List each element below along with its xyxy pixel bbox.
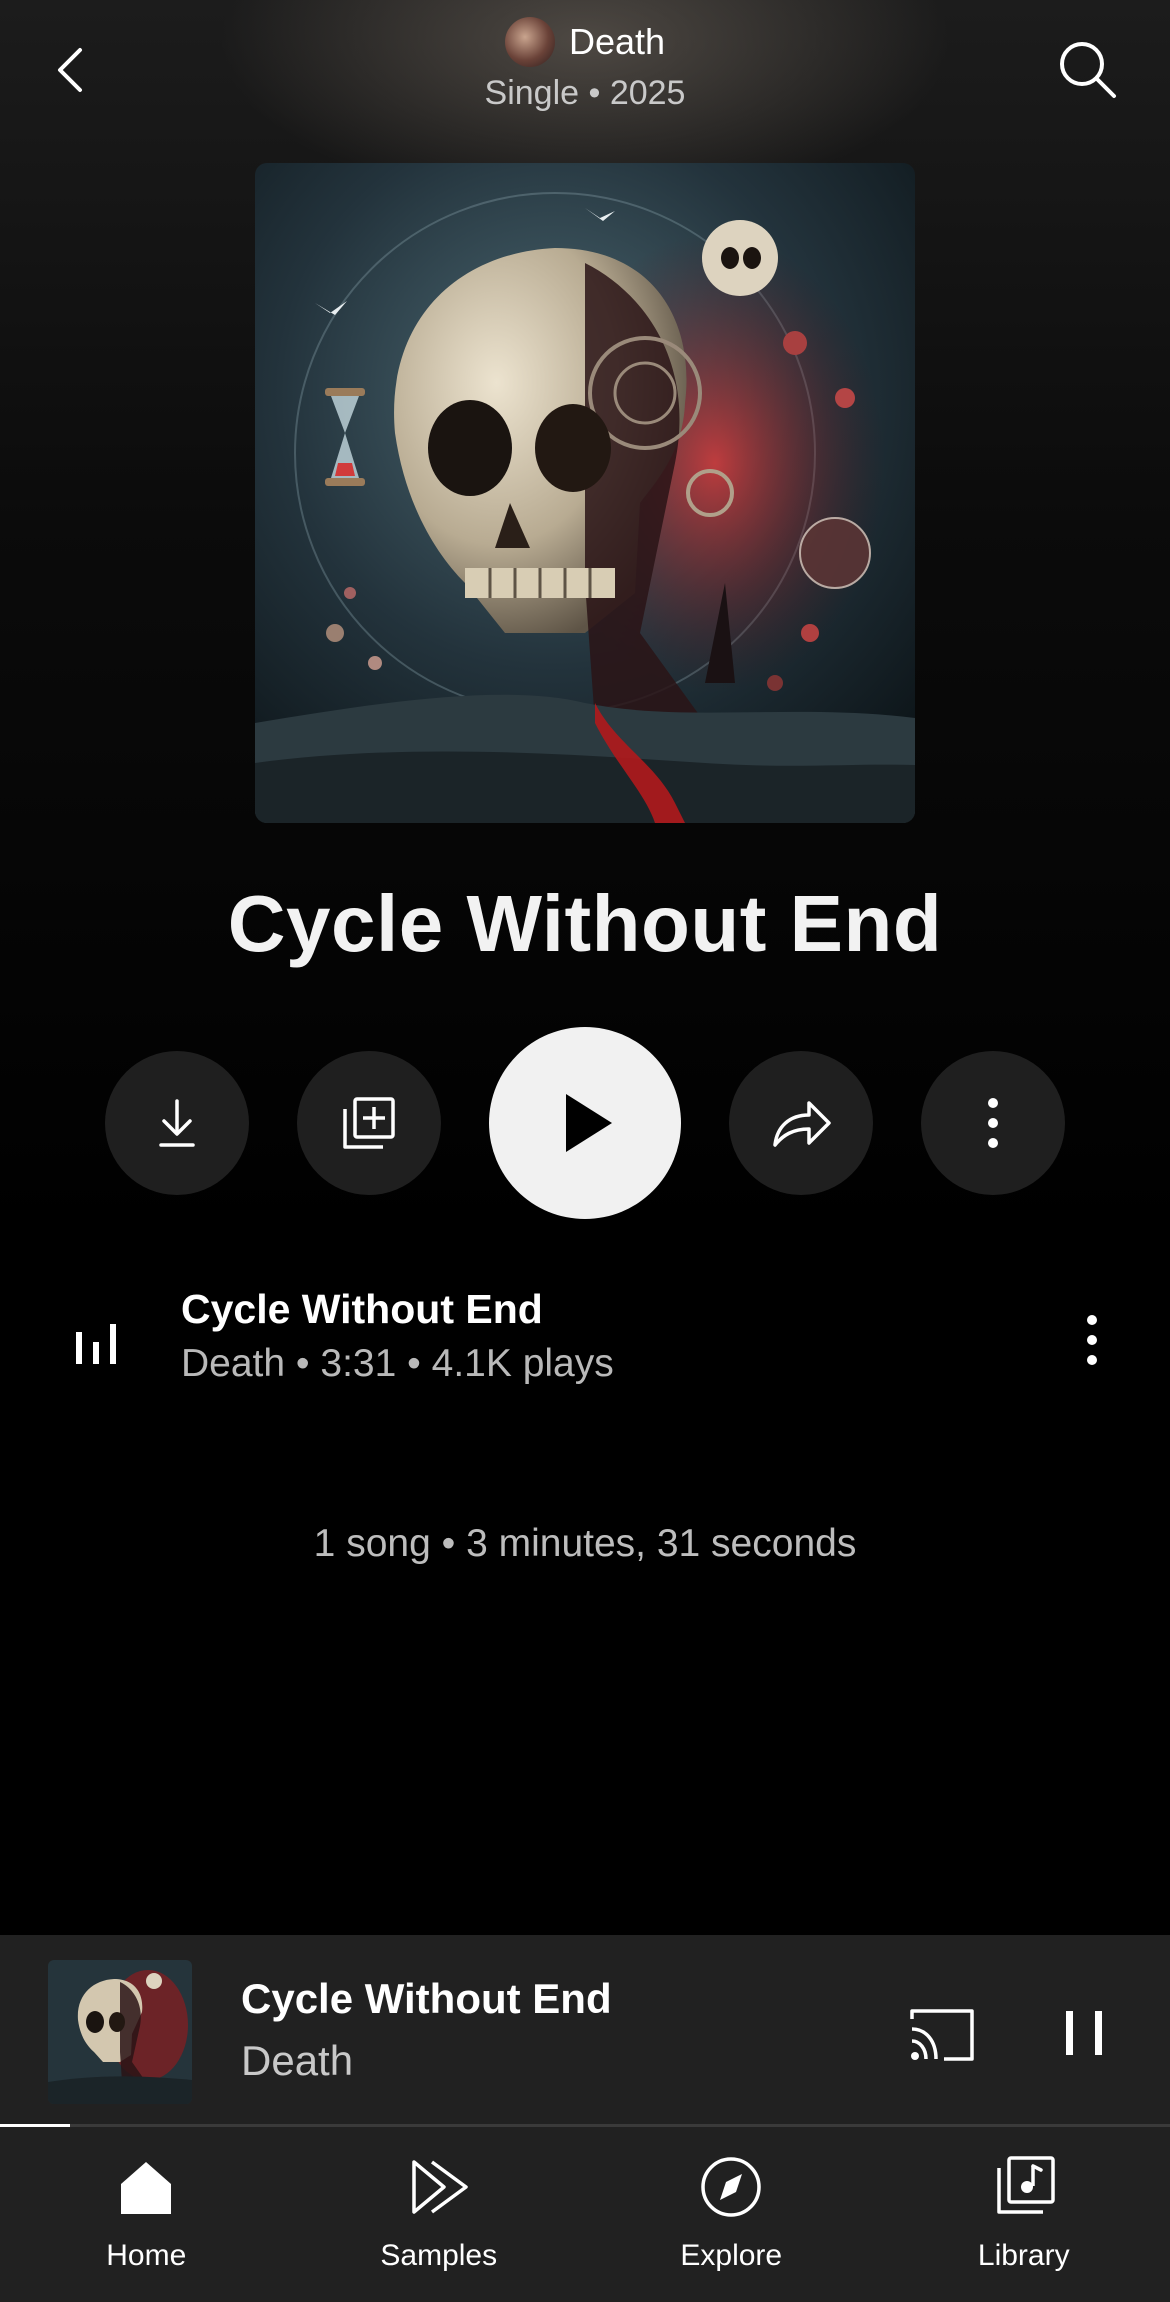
play-icon (566, 1094, 612, 1152)
mini-player-title: Cycle Without End (241, 1975, 612, 2022)
search-button[interactable] (1052, 34, 1124, 106)
share-icon (773, 1101, 831, 1147)
artist-avatar (504, 17, 555, 67)
nav-label-home: Home (106, 2239, 187, 2272)
album-title: Cycle Without End (227, 879, 943, 968)
share-button[interactable] (729, 1051, 873, 1195)
track-row[interactable]: Cycle Without End Death • 3:31 • 4.1K pl… (0, 1250, 1170, 1430)
equalizer-icon (76, 1324, 116, 1364)
more-vertical-icon (1087, 1315, 1097, 1365)
mini-player[interactable]: Cycle Without End Death (0, 1935, 1170, 2125)
page-header: Death Single • 2025 (0, 14, 1170, 113)
mini-player-artist: Death (241, 2037, 354, 2084)
track-title: Cycle Without End (181, 1286, 543, 1332)
add-to-library-icon (343, 1097, 395, 1149)
search-icon (1060, 42, 1116, 98)
nav-label-library: Library (977, 2239, 1070, 2272)
cast-button[interactable] (906, 2005, 978, 2065)
album-summary: 1 song • 3 minutes, 31 seconds (313, 1522, 857, 1565)
compass-icon (701, 2157, 761, 2217)
play-button[interactable] (489, 1027, 681, 1219)
cast-icon (910, 2009, 974, 2061)
track-more-button[interactable] (1070, 1308, 1114, 1372)
mini-player-artwork (48, 1960, 192, 2104)
bottom-navigation: Home Samples Explore Library (0, 2127, 1170, 2302)
nav-item-library[interactable]: Library (878, 2127, 1170, 2302)
album-artwork (255, 163, 915, 823)
nav-item-samples[interactable]: Samples (293, 2127, 586, 2302)
samples-icon (412, 2160, 468, 2214)
nav-label-samples: Samples (380, 2239, 498, 2272)
track-meta: Death • 3:31 • 4.1K plays (181, 1342, 614, 1385)
more-options-button[interactable] (921, 1051, 1065, 1195)
header-artist-name: Death (568, 21, 666, 62)
nav-item-home[interactable]: Home (0, 2127, 293, 2302)
nav-item-explore[interactable]: Explore (585, 2127, 878, 2302)
header-subtitle: Single • 2025 (484, 74, 686, 112)
more-vertical-icon (988, 1098, 998, 1148)
pause-button[interactable] (1060, 2001, 1108, 2065)
add-to-library-button[interactable] (297, 1051, 441, 1195)
download-icon (159, 1099, 195, 1147)
pause-icon (1066, 2011, 1102, 2055)
library-icon (997, 2156, 1055, 2214)
download-button[interactable] (105, 1051, 249, 1195)
nav-label-explore: Explore (680, 2239, 783, 2272)
home-icon (121, 2162, 172, 2214)
header-artist-link[interactable]: Death (0, 14, 1170, 70)
